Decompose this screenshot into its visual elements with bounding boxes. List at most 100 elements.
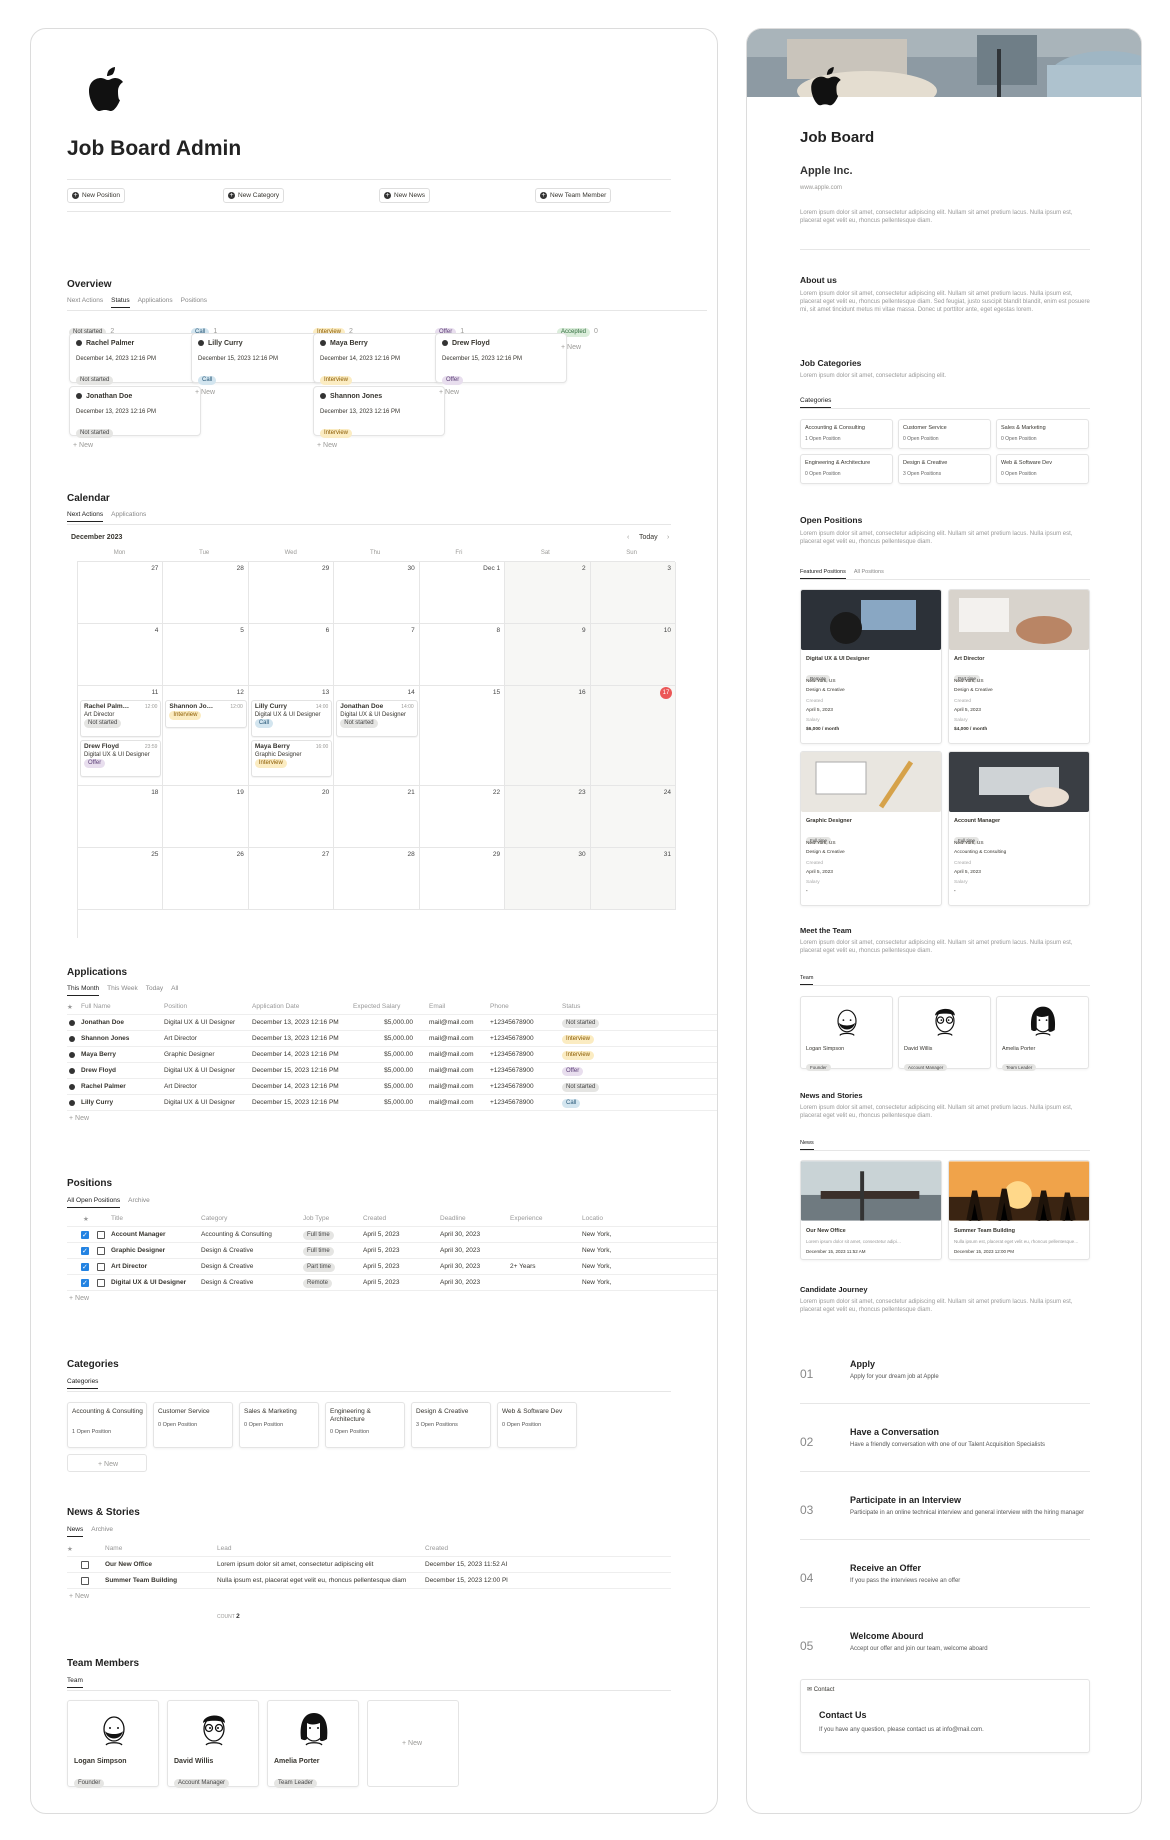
next-month-icon[interactable]: › xyxy=(667,533,669,542)
table-row[interactable]: Shannon Jones Art Director December 13, 20… xyxy=(67,1031,717,1047)
column-header[interactable]: Position xyxy=(164,1003,187,1010)
category-card[interactable]: Engineering & Architecture 0 Open Positio… xyxy=(800,454,893,484)
column-header[interactable]: Created xyxy=(363,1215,386,1222)
featured-checkbox[interactable] xyxy=(81,1231,89,1240)
table-row[interactable]: Summer Team Building Nulla ipsum est, pla… xyxy=(67,1573,671,1589)
table-row[interactable]: Drew Floyd Digital UX & UI Designer Decemb… xyxy=(67,1063,717,1079)
status-card[interactable]: Shannon Jones December 13, 2023 12:16 PM I… xyxy=(313,386,445,438)
category-card[interactable]: Web & Software Dev 0 Open Position xyxy=(996,454,1089,484)
calendar-day[interactable]: 19 xyxy=(163,786,249,848)
tab-team[interactable]: Team xyxy=(800,975,814,985)
featured-checkbox[interactable] xyxy=(81,1263,89,1272)
team-member-card[interactable]: David Willis Account Manager xyxy=(167,1700,259,1788)
category-card[interactable]: Customer Service 0 Open Position xyxy=(898,419,991,449)
column-header[interactable]: Deadline xyxy=(440,1215,466,1222)
new-team-member-card[interactable]: + New xyxy=(367,1700,459,1787)
calendar-day[interactable]: 26 xyxy=(163,848,249,910)
calendar-day[interactable]: 4 xyxy=(78,624,164,686)
position-card[interactable]: Graphic Designer Full time New York, US Des… xyxy=(800,751,942,906)
column-header[interactable]: Experience xyxy=(510,1215,543,1222)
calendar-event[interactable]: Maya Berry 16:00 Graphic Designer Interview xyxy=(250,740,333,777)
column-header[interactable]: Title xyxy=(111,1215,123,1222)
new-category-card[interactable]: + New xyxy=(67,1454,147,1472)
calendar-day[interactable]: 20 xyxy=(248,786,335,848)
category-card[interactable]: Accounting & Consulting 1 Open Position xyxy=(800,419,893,449)
calendar-day[interactable]: 8 xyxy=(419,624,506,686)
category-card[interactable]: Engineering & Architecture 0 Open Positio… xyxy=(325,1402,405,1448)
tab-this-month[interactable]: This Month xyxy=(67,985,100,996)
column-header[interactable]: Category xyxy=(201,1215,227,1222)
tab-news[interactable]: News xyxy=(800,1140,814,1150)
status-card[interactable]: Jonathan Doe December 13, 2023 12:16 PM No… xyxy=(69,386,201,438)
new-news-button[interactable]: + New News xyxy=(379,188,431,203)
column-header[interactable]: Phone xyxy=(490,1003,509,1010)
calendar-event[interactable]: Drew Floyd 23:59 Digital UX & UI Designer O… xyxy=(80,740,162,777)
archive-checkbox[interactable] xyxy=(97,1247,105,1256)
calendar-day[interactable]: 30 xyxy=(505,848,591,910)
category-card[interactable]: Sales & Marketing 0 Open Position xyxy=(239,1402,319,1448)
calendar-day[interactable]: 27 xyxy=(248,848,335,910)
team-member-card[interactable]: Logan Simpson Founder xyxy=(800,996,893,1071)
table-row[interactable]: Digital UX & UI Designer Design & Creativ… xyxy=(67,1275,717,1291)
calendar-day[interactable]: 21 xyxy=(334,786,420,848)
tab-team[interactable]: Team xyxy=(67,1677,83,1688)
calendar-day[interactable]: 18 xyxy=(78,786,164,848)
position-card[interactable]: Art Director Part time New York, US Design … xyxy=(948,589,1090,744)
new-card-button[interactable]: + New xyxy=(561,343,581,352)
status-card[interactable]: Rachel Palmer December 14, 2023 12:16 PM N… xyxy=(69,333,201,385)
status-card[interactable]: Maya Berry December 14, 2023 12:16 PM Inte… xyxy=(313,333,445,385)
calendar-day[interactable]: 25 xyxy=(78,848,164,910)
archive-checkbox[interactable] xyxy=(97,1263,105,1272)
column-header[interactable]: Locatio xyxy=(582,1215,603,1222)
archive-checkbox[interactable] xyxy=(97,1279,105,1288)
tab-all-open-positions[interactable]: All Open Positions xyxy=(67,1197,121,1208)
row-checkbox[interactable] xyxy=(81,1577,89,1586)
category-card[interactable]: Design & Creative 3 Open Positions xyxy=(898,454,991,484)
tab-news[interactable]: News xyxy=(67,1526,84,1537)
new-row-button[interactable]: + New xyxy=(69,1294,89,1303)
column-header[interactable]: Created xyxy=(425,1545,448,1552)
category-card[interactable]: Accounting & Consulting 1 Open Position xyxy=(67,1402,147,1448)
category-card[interactable]: Web & Software Dev 0 Open Position xyxy=(497,1402,577,1448)
calendar-day[interactable]: 17 xyxy=(590,686,676,786)
column-header[interactable]: Full Name xyxy=(81,1003,111,1010)
calendar-day[interactable]: 22 xyxy=(419,786,506,848)
tab-all[interactable]: All xyxy=(171,985,178,996)
new-row-button[interactable]: + New xyxy=(69,1114,89,1123)
featured-checkbox[interactable] xyxy=(81,1279,89,1288)
featured-checkbox[interactable] xyxy=(81,1247,89,1256)
new-team-member-button[interactable]: + New Team Member xyxy=(535,188,612,203)
calendar-day[interactable]: 5 xyxy=(163,624,249,686)
category-card[interactable]: Sales & Marketing 0 Open Position xyxy=(996,419,1089,449)
calendar-event[interactable]: Shannon Jo… 12:00 Interview xyxy=(165,700,247,728)
team-member-card[interactable]: David Willis Account Manager xyxy=(898,996,991,1071)
position-card[interactable]: Digital UX & UI Designer Remote New York, … xyxy=(800,589,942,744)
calendar-day[interactable]: 28 xyxy=(334,848,420,910)
new-position-button[interactable]: + New Position xyxy=(67,188,125,203)
tab-archive[interactable]: Archive xyxy=(128,1197,150,1208)
tab-featured-positions[interactable]: Featured Positions xyxy=(800,569,846,579)
tab-this-week[interactable]: This Week xyxy=(107,985,138,996)
new-card-button[interactable]: + New xyxy=(73,441,93,450)
position-card[interactable]: Account Manager Full time New York, US Acco… xyxy=(948,751,1090,906)
tab-applications[interactable]: Applications xyxy=(111,511,146,522)
category-card[interactable]: Design & Creative 3 Open Positions xyxy=(411,1402,491,1448)
table-row[interactable]: Account Manager Accounting & Consulting Fu… xyxy=(67,1227,717,1243)
table-row[interactable]: Rachel Palmer Art Director December 14, 20… xyxy=(67,1079,717,1095)
column-header[interactable]: Application Date xyxy=(252,1003,299,1010)
calendar-day[interactable]: 3 xyxy=(590,562,676,624)
calendar-day[interactable]: 16 xyxy=(505,686,591,786)
calendar-day[interactable]: 30 xyxy=(334,562,420,624)
team-member-card[interactable]: Logan Simpson Founder xyxy=(67,1700,159,1788)
tab-next-actions[interactable]: Next Actions xyxy=(67,297,103,308)
table-row[interactable]: Maya Berry Graphic Designer December 14, 2… xyxy=(67,1047,717,1063)
tab-categories[interactable]: Categories xyxy=(800,397,832,408)
team-member-card[interactable]: Amelia Porter Team Leader xyxy=(267,1700,359,1788)
new-category-button[interactable]: + New Category xyxy=(223,188,285,203)
category-card[interactable]: Customer Service 0 Open Position xyxy=(153,1402,233,1448)
table-row[interactable]: Lilly Curry Digital UX & UI Designer Decem… xyxy=(67,1095,717,1111)
row-checkbox[interactable] xyxy=(81,1561,89,1570)
prev-month-icon[interactable]: ‹ xyxy=(627,533,629,542)
calendar-day[interactable]: 27 xyxy=(78,562,164,624)
status-card[interactable]: Lilly Curry December 15, 2023 12:16 PM Cal… xyxy=(191,333,323,385)
